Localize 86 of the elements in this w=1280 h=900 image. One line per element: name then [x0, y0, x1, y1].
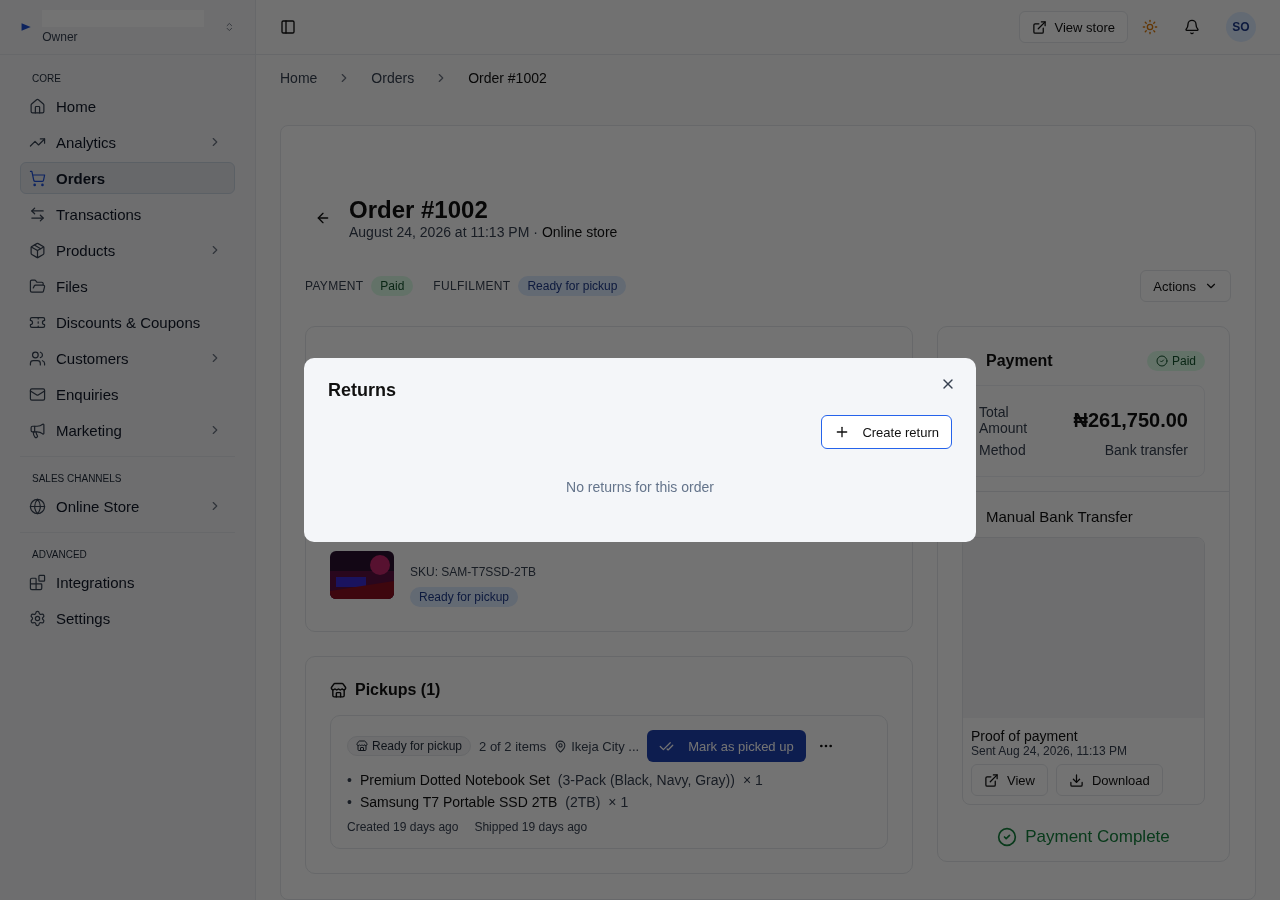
sidebar-item[interactable]: Analytics	[20, 126, 235, 158]
check-icon	[997, 827, 1018, 847]
check-icon	[1155, 355, 1168, 367]
create-return-button[interactable]: Create return	[821, 415, 952, 449]
settings-icon	[29, 609, 46, 627]
bullet: •	[347, 794, 352, 810]
empty-message: No returns for this order	[565, 479, 715, 495]
status-label: FULFILMENT	[433, 279, 511, 293]
box-icon	[29, 241, 46, 259]
item-name: Samsung T7 Portable SSD 2TB	[359, 794, 558, 810]
folder-icon	[29, 277, 46, 295]
sidebar-item[interactable]: Settings	[20, 602, 235, 634]
sidebar-item[interactable]: Orders	[20, 162, 235, 194]
account-role: Owner	[42, 29, 78, 44]
item-count: 2 of 2 items	[479, 738, 547, 754]
order-date: August 24, 2026 at 11:13 PM ·	[349, 224, 538, 240]
mark-picked-up-button[interactable]: Mark as picked up	[647, 730, 806, 762]
paid-badge: Paid	[1146, 351, 1205, 371]
view-button[interactable]: View	[971, 764, 1048, 796]
bullet: •	[347, 772, 352, 788]
external-link-icon	[1031, 19, 1047, 35]
actions-button[interactable]: Actions	[1140, 270, 1231, 302]
section-heading: CORE	[31, 73, 62, 84]
home-icon	[29, 97, 46, 115]
theme-icon[interactable]	[1142, 19, 1158, 35]
users-icon	[29, 349, 46, 367]
section-title: Manual Bank Transfer	[986, 508, 1134, 525]
item-variant: (2TB)	[565, 794, 601, 810]
status-label: PAYMENT	[305, 279, 364, 293]
order-title: Order #1002	[349, 196, 489, 224]
sent-date: Sent Aug 24, 2026, 11:13 PM	[971, 744, 1128, 758]
switcher-icon[interactable]	[224, 20, 235, 34]
shipped-text: Shipped 19 days ago	[474, 820, 588, 834]
breadcrumb-link[interactable]: Home	[280, 70, 318, 86]
cart-icon	[29, 169, 46, 187]
store-icon	[330, 681, 347, 699]
created-text: Created 19 days ago	[347, 820, 459, 834]
card-title: Payment	[986, 352, 1053, 370]
total-amount: ₦261,750.00	[1073, 408, 1188, 432]
download-icon	[1068, 772, 1084, 788]
proof-title: Proof of payment	[971, 728, 1079, 744]
field-label: Method	[979, 442, 1027, 458]
item-quantity: × 1	[608, 794, 629, 810]
sidebar-item[interactable]: Discounts & Coupons	[20, 306, 235, 338]
location-text: Ikeja City ...	[571, 738, 640, 754]
sidebar-item[interactable]: Files	[20, 270, 235, 302]
status-badge: Ready for pickup	[410, 587, 519, 607]
sidebar-item[interactable]: Marketing	[20, 414, 235, 446]
back-icon[interactable]	[315, 210, 331, 226]
card-title: Pickups (1)	[355, 681, 441, 699]
sidebar-item[interactable]: Integrations	[20, 566, 235, 598]
sidebar-item[interactable]: Enquiries	[20, 378, 235, 410]
section-heading: SALES CHANNELS	[31, 473, 123, 484]
sidebar-item[interactable]: Products	[20, 234, 235, 266]
breadcrumb-current: Order #1002	[468, 70, 547, 86]
sidebar-toggle-icon[interactable]	[280, 19, 296, 35]
fulfilment-badge: Ready for pickup	[518, 276, 627, 296]
globe-icon	[29, 497, 46, 515]
mail-icon	[29, 385, 46, 403]
avatar[interactable]: SO	[1226, 12, 1256, 42]
section-heading: ADVANCED	[31, 549, 88, 560]
dialog-title: Returns	[328, 380, 396, 401]
sku-text: SKU: SAM-T7SSD-2TB	[410, 565, 537, 579]
store-icon	[356, 740, 368, 752]
download-button[interactable]: Download	[1055, 764, 1163, 796]
payment-badge: Paid	[371, 276, 414, 296]
item-quantity: × 1	[742, 772, 763, 788]
item-variant: (3-Pack (Black, Navy, Gray))	[557, 772, 735, 788]
external-link-icon	[984, 772, 999, 788]
megaphone-icon	[29, 421, 46, 439]
pickup-status-badge: Ready for pickup	[347, 736, 472, 756]
view-store-button[interactable]: View store	[1018, 11, 1128, 43]
field-label: Total Amount	[979, 404, 1029, 436]
breadcrumb-link[interactable]: Orders	[371, 70, 415, 86]
sidebar-item[interactable]: Transactions	[20, 198, 235, 230]
method-value: Bank transfer	[1104, 442, 1188, 458]
arrows-icon	[29, 205, 46, 223]
order-channel: Online store	[541, 224, 618, 240]
item-name: Premium Dotted Notebook Set	[359, 772, 550, 788]
pin-icon	[554, 739, 568, 753]
payment-complete-text: Payment Complete	[1025, 827, 1170, 847]
blocks-icon	[29, 573, 46, 591]
bell-icon[interactable]	[1184, 19, 1200, 35]
sidebar-item[interactable]: Customers	[20, 342, 235, 374]
sidebar-item[interactable]: Online Store	[20, 490, 235, 522]
sidebar-item[interactable]: Home	[20, 90, 235, 122]
